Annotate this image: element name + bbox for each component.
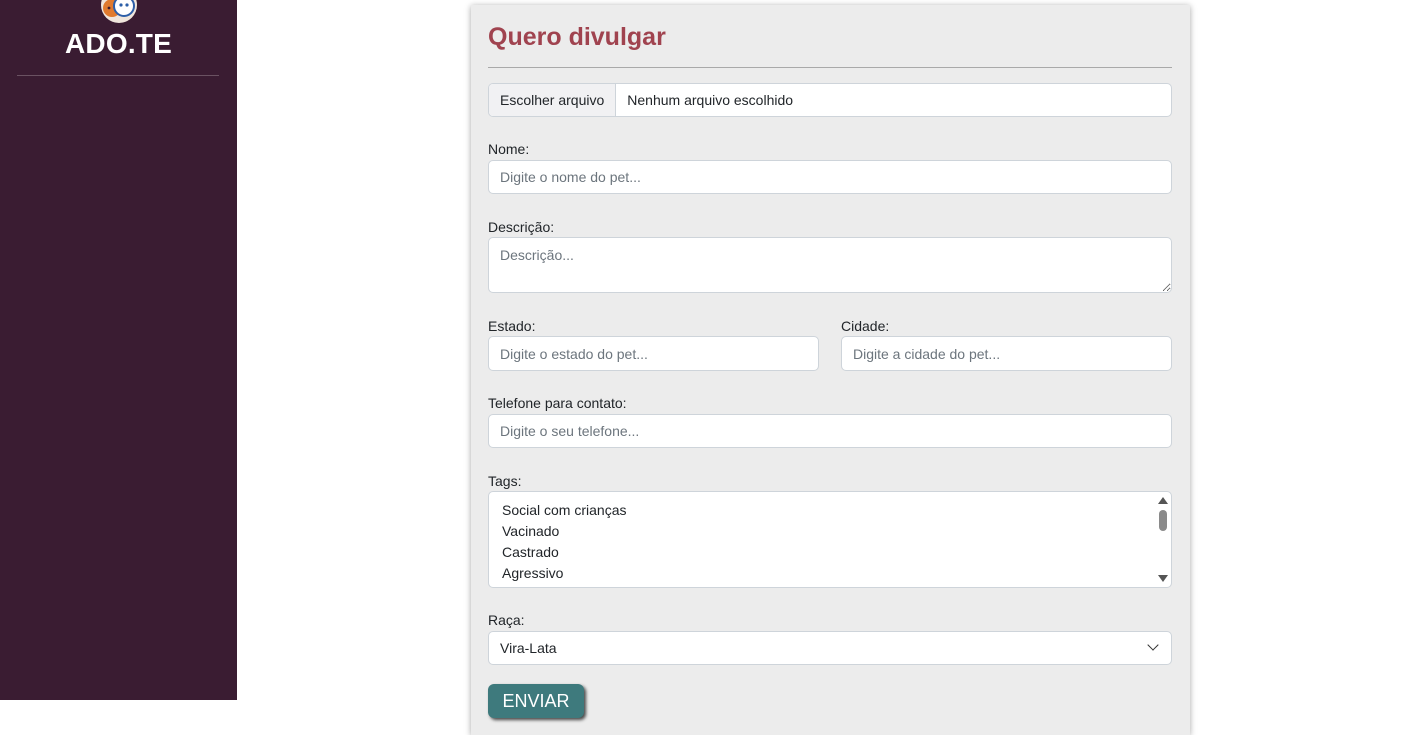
estado-input[interactable] xyxy=(488,336,819,371)
nome-input[interactable] xyxy=(488,160,1172,194)
telefone-label: Telefone para contato: xyxy=(488,395,627,411)
estado-label: Estado: xyxy=(488,318,536,334)
tags-label: Tags: xyxy=(488,473,522,489)
tag-option[interactable]: Vacinado xyxy=(502,521,627,542)
file-status-text: Nenhum arquivo escolhido xyxy=(627,92,794,108)
telefone-input[interactable] xyxy=(488,414,1172,448)
sidebar: ADO.TE xyxy=(0,0,237,700)
descricao-textarea[interactable] xyxy=(488,237,1172,293)
choose-file-button[interactable]: Escolher arquivo xyxy=(489,84,617,116)
tag-option[interactable]: Castrado xyxy=(502,542,627,563)
scrollbar-thumb[interactable] xyxy=(1159,510,1167,531)
tags-options: Social com crianças Vacinado Castrado Ag… xyxy=(502,500,627,584)
raca-selected-value: Vira-Lata xyxy=(500,640,557,656)
scroll-down-arrow-icon[interactable] xyxy=(1158,575,1168,582)
descricao-label: Descrição: xyxy=(488,219,555,235)
title-divider xyxy=(488,67,1172,68)
tag-option[interactable]: Agressivo xyxy=(502,563,627,584)
brand-name[interactable]: ADO.TE xyxy=(0,28,237,60)
pets-logo-icon[interactable] xyxy=(99,0,139,24)
tags-multiselect[interactable]: Social com crianças Vacinado Castrado Ag… xyxy=(488,491,1172,588)
file-upload-input[interactable]: Escolher arquivo Nenhum arquivo escolhid… xyxy=(488,83,1172,117)
raca-label: Raça: xyxy=(488,612,525,628)
publish-form-card: Quero divulgar Escolher arquivo Nenhum a… xyxy=(471,5,1190,735)
chevron-down-icon xyxy=(1147,639,1159,651)
submit-button[interactable]: ENVIAR xyxy=(488,684,584,718)
cidade-input[interactable] xyxy=(841,336,1172,371)
raca-select[interactable]: Vira-Lata xyxy=(488,631,1172,665)
tag-option[interactable]: Social com crianças xyxy=(502,500,627,521)
cidade-label: Cidade: xyxy=(841,318,890,334)
sidebar-divider xyxy=(17,75,219,76)
form-title: Quero divulgar xyxy=(488,23,666,51)
nome-label: Nome: xyxy=(488,141,530,157)
scroll-up-arrow-icon[interactable] xyxy=(1158,497,1168,504)
